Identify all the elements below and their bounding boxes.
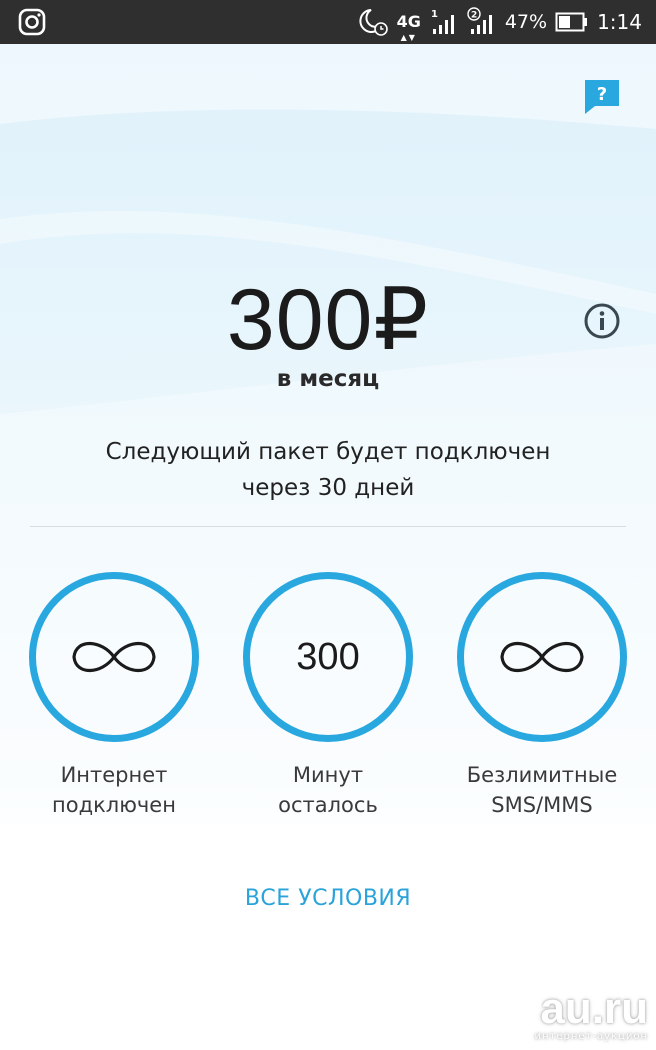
sim1-label: 1 [431,9,438,20]
sms-label-line1: Безлимитные [466,763,618,787]
divider [30,526,626,527]
battery-icon [555,12,588,32]
help-question-icon[interactable]: ? [583,78,621,116]
signal-sim1-icon: 1 [431,9,454,34]
internet-label-line2: подключен [52,793,176,817]
all-terms-link[interactable]: ВСЕ УСЛОВИЯ [0,886,656,911]
watermark: au.ru интернет-аукцион [534,984,648,1043]
watermark-caption: интернет-аукцион [534,1031,648,1042]
sim2-label: 2 [471,11,477,21]
minutes-left-value: 300 [296,635,360,678]
infinity-icon [500,641,584,673]
infinity-icon [72,641,156,673]
next-package-line2: через 30 дней [241,475,415,501]
internet-circle[interactable] [29,572,199,742]
tariff-period: в месяц [276,366,380,392]
minutes-label: Минут осталось [228,760,428,820]
sms-label: Безлимитные SMS/MMS [442,760,642,820]
do-not-disturb-moon-icon [359,9,388,36]
svg-text:?: ? [597,84,607,105]
minutes-circle[interactable]: 300 [243,572,413,742]
clock: 1:14 [597,10,642,34]
status-bar: 4G ▲▼ 1 2 47% 1:14 [0,0,656,44]
network-type: 4G ▲▼ [396,12,421,43]
tariff-price: 300₽ [226,272,430,368]
signal-sim2-icon: 2 [467,7,492,34]
internet-label-line1: Интернет [60,763,168,787]
network-label: 4G [396,12,421,31]
instagram-icon [18,8,46,36]
next-package-line1: Следующий пакет будет подключен [105,439,551,465]
battery-percent: 47% [504,11,548,33]
next-package-notice: Следующий пакет будет подключен через 30… [40,434,616,506]
internet-label: Интернет подключен [14,760,214,820]
minutes-label-line2: осталось [278,793,378,817]
watermark-site: au.ru [540,984,648,1033]
sms-circle[interactable] [457,572,627,742]
sms-label-line2: SMS/MMS [491,793,593,817]
minutes-label-line1: Минут [292,763,364,787]
